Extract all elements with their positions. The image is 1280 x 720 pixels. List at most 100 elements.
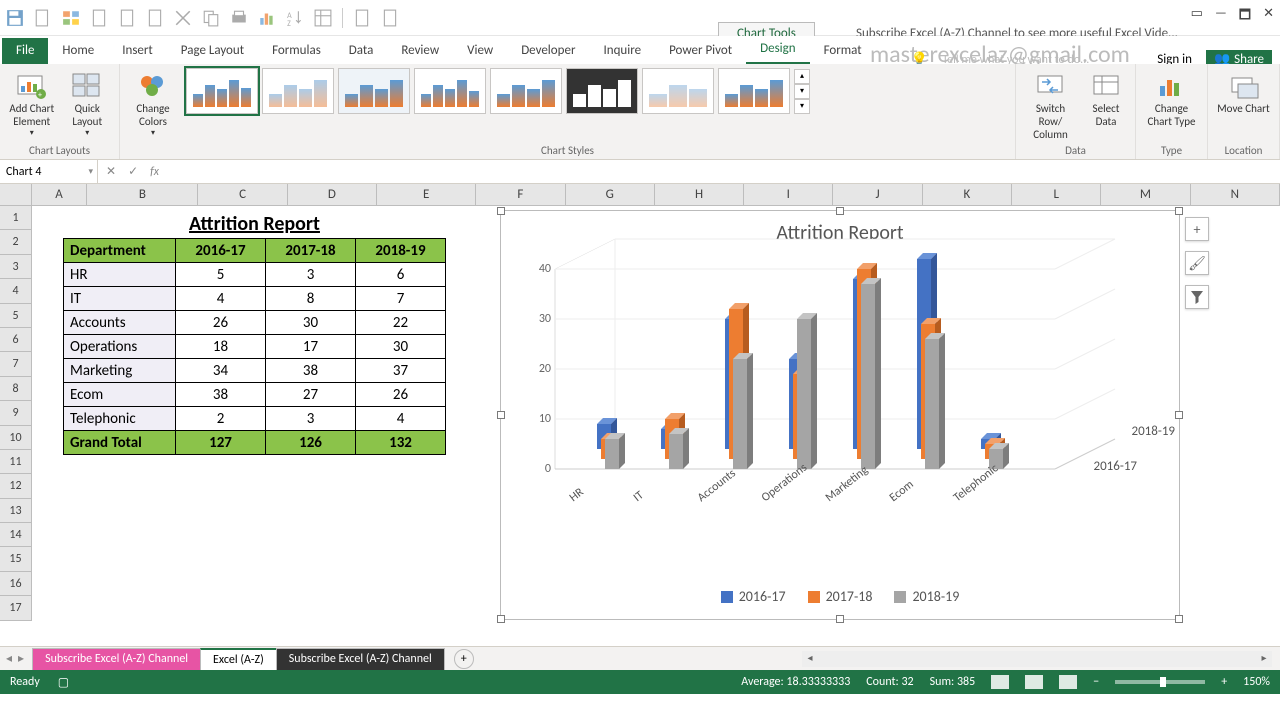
col-header[interactable]: G — [566, 184, 655, 205]
table-cell[interactable]: IT — [64, 287, 176, 311]
bar-2018-19-HR[interactable] — [605, 433, 619, 469]
cut-icon[interactable] — [174, 9, 192, 27]
table-cell[interactable]: 18 — [176, 335, 266, 359]
bar-2018-19-Operations[interactable] — [797, 313, 811, 469]
row-header[interactable]: 1 — [0, 206, 32, 230]
gallery-down-icon[interactable]: ▾ — [794, 84, 810, 99]
table-cell[interactable]: 8 — [266, 287, 356, 311]
maximize-icon[interactable]: 🗖 — [1239, 6, 1251, 28]
view-normal-icon[interactable] — [991, 675, 1009, 689]
doc-icon[interactable] — [90, 9, 108, 27]
table-cell[interactable]: 4 — [176, 287, 266, 311]
row-header[interactable]: 9 — [0, 401, 32, 425]
gallery-icon[interactable] — [62, 9, 80, 27]
select-all-corner[interactable] — [0, 184, 32, 205]
table-cell[interactable]: 30 — [266, 311, 356, 335]
new-sheet-button[interactable]: + — [454, 649, 474, 669]
table-cell[interactable]: 6 — [356, 263, 446, 287]
row-header[interactable]: 5 — [0, 304, 32, 328]
row-header[interactable]: 6 — [0, 328, 32, 352]
fx-icon[interactable]: fx — [150, 165, 159, 179]
change-colors-button[interactable]: Change Colors▾ — [128, 68, 178, 138]
move-chart-button[interactable]: Move Chart — [1216, 68, 1271, 115]
add-chart-element-button[interactable]: + Add Chart Element▾ — [8, 68, 56, 138]
select-data-button[interactable]: Select Data — [1085, 68, 1127, 128]
view-layout-icon[interactable] — [1025, 675, 1043, 689]
col-header[interactable]: K — [923, 184, 1012, 205]
table-cell[interactable]: 3 — [266, 407, 356, 431]
row-header[interactable]: 10 — [0, 426, 32, 450]
col-header[interactable]: D — [288, 184, 377, 205]
col-header[interactable]: N — [1191, 184, 1280, 205]
zoom-in-icon[interactable]: + — [1221, 675, 1227, 689]
table-cell[interactable]: 17 — [266, 335, 356, 359]
table-cell[interactable]: 3 — [266, 263, 356, 287]
col-header[interactable]: F — [476, 184, 565, 205]
zoom-out-icon[interactable]: − — [1093, 675, 1099, 689]
legend-item[interactable]: 2018-19 — [894, 588, 959, 605]
chart-filter-button[interactable] — [1185, 285, 1209, 309]
tab-insert[interactable]: Insert — [108, 38, 167, 64]
row-header[interactable]: 2 — [0, 230, 32, 254]
table-cell[interactable]: Accounts — [64, 311, 176, 335]
tab-page-layout[interactable]: Page Layout — [167, 38, 258, 64]
bar-2018-19-Ecom[interactable] — [925, 333, 939, 469]
legend-item[interactable]: 2016-17 — [721, 588, 786, 605]
name-box[interactable]: Chart 4 — [0, 160, 98, 183]
chart-plus-button[interactable]: + — [1185, 217, 1209, 241]
fx-cancel-icon[interactable]: ✕ — [106, 164, 116, 179]
row-header[interactable]: 7 — [0, 352, 32, 376]
tab-view[interactable]: View — [453, 38, 507, 64]
zoom-percent[interactable]: 150% — [1243, 675, 1270, 689]
row-header[interactable]: 17 — [0, 596, 32, 620]
row-header[interactable]: 13 — [0, 499, 32, 523]
quick-layout-button[interactable]: Quick Layout▾ — [64, 68, 112, 138]
table-cell[interactable]: 4 — [356, 407, 446, 431]
table-cell[interactable]: 27 — [266, 383, 356, 407]
gallery-more-icon[interactable]: ▾ — [794, 99, 810, 114]
chart-plot-area[interactable]: 010203040 — [527, 269, 1127, 519]
sheet-nav-next-icon[interactable]: ▸ — [18, 651, 24, 666]
row-header[interactable]: 12 — [0, 474, 32, 498]
sheet-tab[interactable]: Subscribe Excel (A-Z) Channel — [32, 648, 201, 670]
gallery-up-icon[interactable]: ▴ — [794, 69, 810, 84]
tab-data[interactable]: Data — [335, 38, 388, 64]
chart-style-6[interactable] — [566, 68, 638, 114]
tab-formulas[interactable]: Formulas — [258, 38, 335, 64]
table-cell[interactable]: 26 — [356, 383, 446, 407]
close-icon[interactable]: ✕ — [1263, 6, 1274, 28]
row-header[interactable]: 16 — [0, 572, 32, 596]
table-cell[interactable]: 30 — [356, 335, 446, 359]
col-header[interactable]: J — [833, 184, 922, 205]
col-header[interactable]: B — [87, 184, 198, 205]
sheet-nav-prev-icon[interactable]: ◂ — [6, 651, 12, 666]
table-cell[interactable]: Telephonic — [64, 407, 176, 431]
chart-style-2[interactable] — [262, 68, 334, 114]
table-cell[interactable]: 37 — [356, 359, 446, 383]
doc3-icon[interactable] — [146, 9, 164, 27]
row-header[interactable]: 8 — [0, 377, 32, 401]
chart-style-7[interactable] — [642, 68, 714, 114]
col-header[interactable]: I — [744, 184, 833, 205]
doc2-icon[interactable] — [118, 9, 136, 27]
row-header[interactable]: 3 — [0, 255, 32, 279]
view-break-icon[interactable] — [1059, 675, 1077, 689]
chart-styles-button[interactable]: 🖌 — [1185, 251, 1209, 275]
row-header[interactable]: 4 — [0, 279, 32, 303]
col-header[interactable]: L — [1012, 184, 1101, 205]
table-cell[interactable]: HR — [64, 263, 176, 287]
col-header[interactable]: E — [377, 184, 476, 205]
tab-format[interactable]: Format — [810, 38, 876, 64]
fx-enter-icon[interactable]: ✓ — [128, 164, 138, 179]
tab-developer[interactable]: Developer — [507, 38, 589, 64]
tab-review[interactable]: Review — [387, 38, 453, 64]
formula-input[interactable] — [167, 160, 1280, 183]
table-cell[interactable]: 2 — [176, 407, 266, 431]
table-cell[interactable]: Operations — [64, 335, 176, 359]
chart-legend[interactable]: 2016-172017-182018-19 — [501, 588, 1179, 605]
page-icon[interactable] — [34, 9, 52, 27]
tab-home[interactable]: Home — [48, 38, 108, 64]
tab-inquire[interactable]: Inquire — [589, 38, 655, 64]
macro-record-icon[interactable]: ▢ — [58, 675, 69, 690]
row-header[interactable]: 15 — [0, 547, 32, 571]
